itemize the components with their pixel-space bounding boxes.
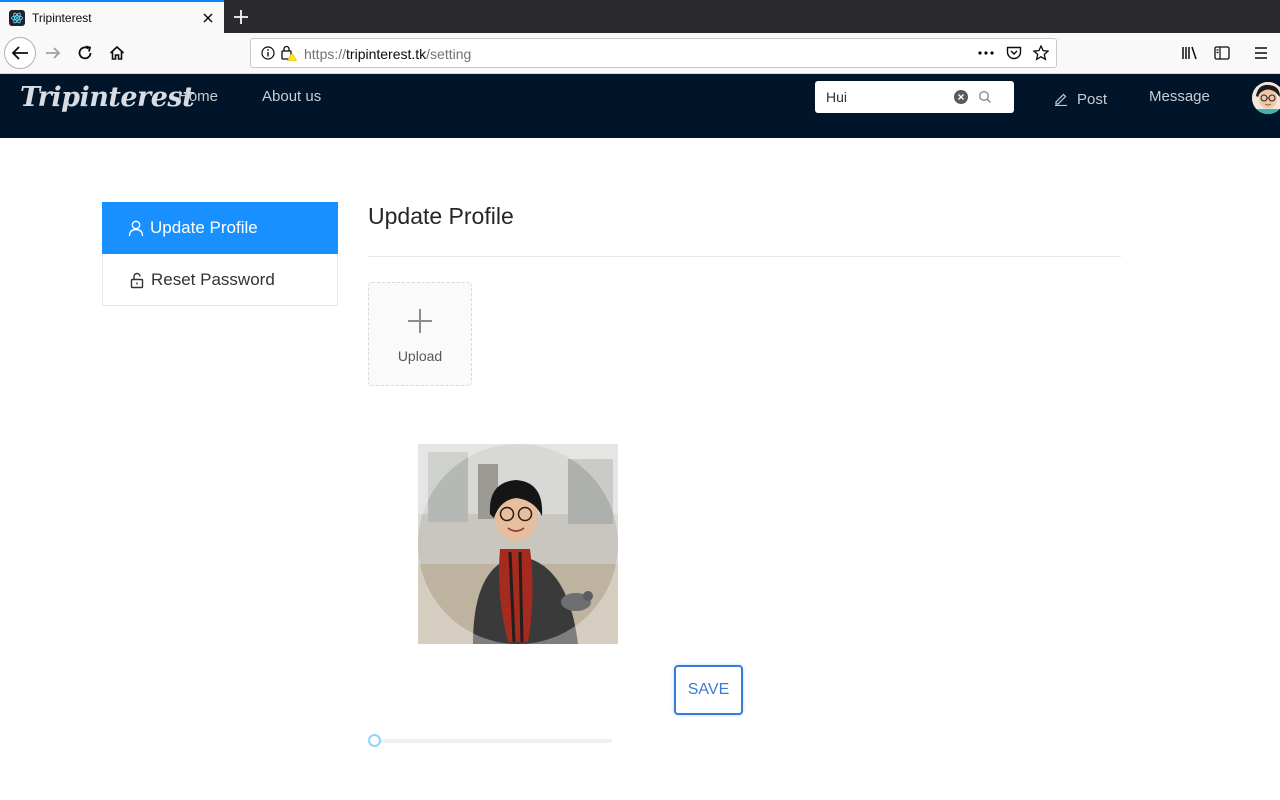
nav-link-home[interactable]: Home xyxy=(178,88,218,105)
forward-arrow-icon[interactable] xyxy=(38,38,68,68)
reload-icon[interactable] xyxy=(70,38,100,68)
brand-logo[interactable]: Tripinterest xyxy=(20,82,195,113)
nav-link-about-us[interactable]: About us xyxy=(262,88,321,105)
upload-button[interactable]: Upload xyxy=(368,282,472,386)
search-icon[interactable] xyxy=(978,90,992,109)
profile-photo xyxy=(418,444,618,644)
upload-label: Upload xyxy=(397,348,443,364)
avatar-crop-area[interactable] xyxy=(418,444,618,644)
new-tab-icon[interactable] xyxy=(230,6,252,28)
library-icon[interactable] xyxy=(1175,38,1205,68)
search-box xyxy=(815,81,1014,113)
menu-item-label: Update Profile xyxy=(150,218,258,237)
plus-icon xyxy=(407,308,433,339)
page-title: Update Profile xyxy=(368,203,514,229)
menu-item-update-profile[interactable]: Update Profile xyxy=(102,202,338,254)
title-divider xyxy=(368,256,1121,257)
menu-item-reset-password[interactable]: Reset Password xyxy=(103,254,339,306)
unlock-icon xyxy=(130,272,144,288)
pocket-icon[interactable] xyxy=(1006,45,1022,66)
save-button[interactable]: SAVE xyxy=(674,665,743,715)
search-input[interactable] xyxy=(815,81,945,113)
browser-tab-strip: Tripinterest xyxy=(0,0,1280,33)
insecure-lock-icon[interactable] xyxy=(280,45,298,66)
browser-tab-title: Tripinterest xyxy=(32,10,92,25)
close-tab-icon[interactable] xyxy=(200,10,216,26)
home-icon[interactable] xyxy=(102,38,132,68)
zoom-slider-track[interactable] xyxy=(374,739,612,743)
browser-toolbar: https://tripinterest.tk/setting xyxy=(0,33,1280,74)
settings-side-menu: Update Profile Reset Password xyxy=(102,202,338,306)
back-arrow-icon[interactable] xyxy=(4,37,36,69)
info-icon[interactable] xyxy=(261,46,275,65)
page-actions-icon[interactable] xyxy=(977,45,995,66)
url-text[interactable]: https://tripinterest.tk/setting xyxy=(304,46,471,62)
user-avatar[interactable] xyxy=(1252,82,1280,114)
app-navbar: Tripinterest Home About us Post Message xyxy=(0,74,1280,138)
sidebar-toggle-icon[interactable] xyxy=(1207,38,1237,68)
user-icon xyxy=(128,220,144,236)
zoom-slider-handle[interactable] xyxy=(368,734,381,747)
clear-search-icon[interactable] xyxy=(954,90,968,109)
bookmark-star-icon[interactable] xyxy=(1032,44,1050,66)
address-bar[interactable]: https://tripinterest.tk/setting xyxy=(250,38,1057,68)
edit-pencil-icon xyxy=(1054,92,1068,111)
post-nav-item[interactable]: Post xyxy=(1054,88,1107,111)
hamburger-menu-icon[interactable] xyxy=(1246,38,1276,68)
browser-tab[interactable]: Tripinterest xyxy=(0,0,224,33)
menu-item-label: Reset Password xyxy=(151,270,275,289)
react-favicon-icon xyxy=(9,9,25,26)
nav-link-message[interactable]: Message xyxy=(1149,88,1210,105)
post-label: Post xyxy=(1077,91,1108,108)
